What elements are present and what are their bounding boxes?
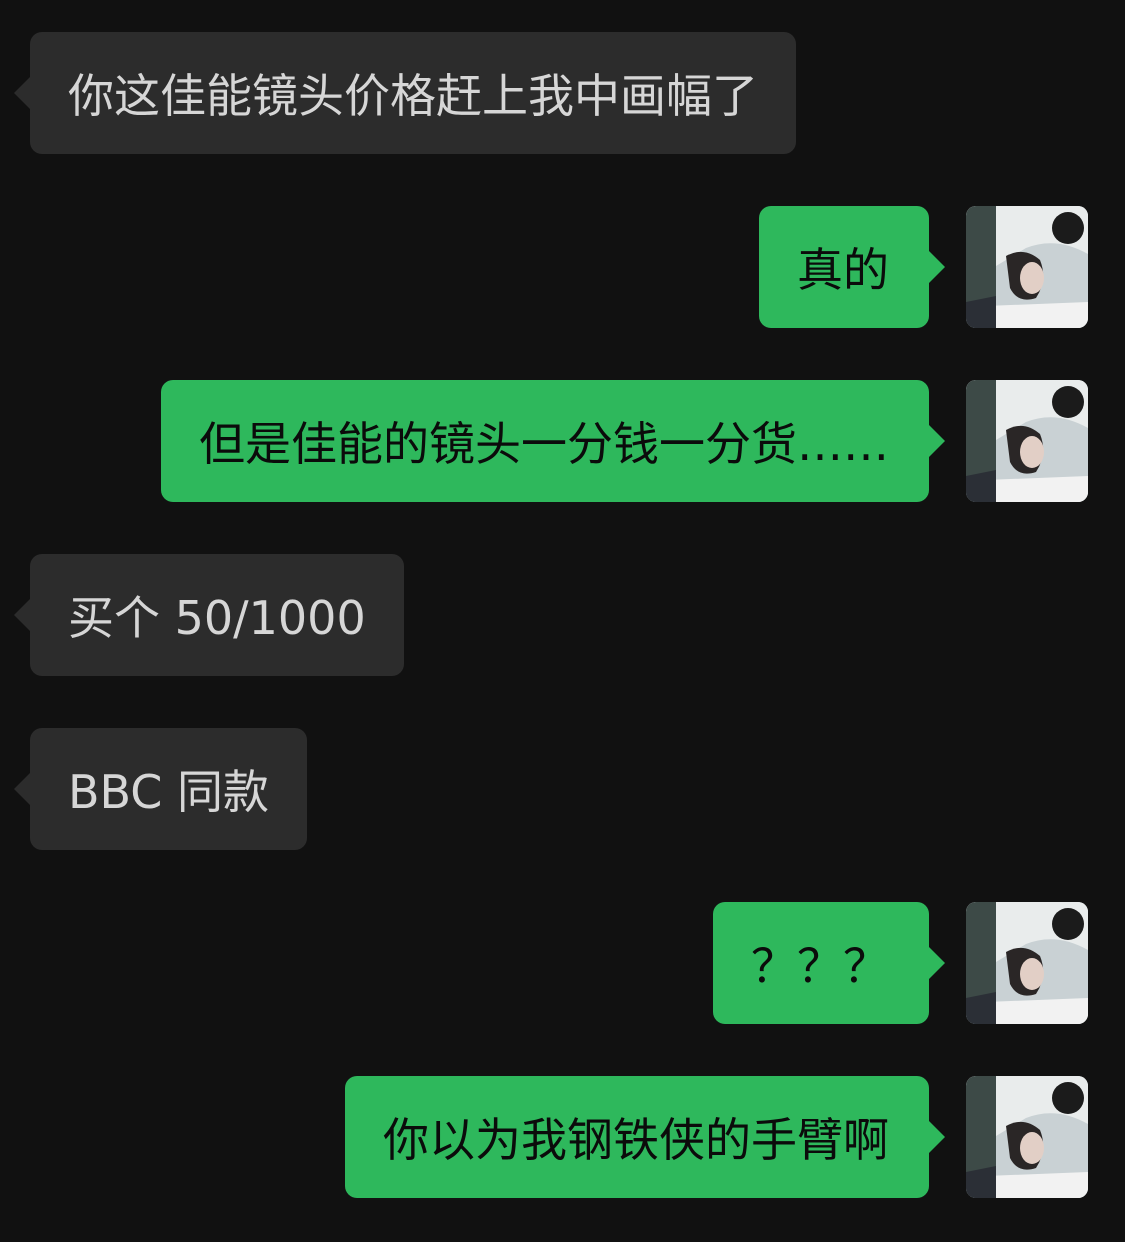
message-text: 真的 — [797, 243, 889, 297]
bubble-tail — [929, 251, 945, 283]
bubble-tail — [929, 425, 945, 457]
message-bubble-outgoing[interactable]: 你以为我钢铁侠的手臂啊 — [345, 1076, 945, 1198]
message-bubble-incoming[interactable]: BBC 同款 — [14, 728, 308, 850]
avatar-photo-icon — [966, 902, 1088, 1024]
message-bubble-incoming[interactable]: 你这佳能镜头价格赶上我中画幅了 — [14, 32, 796, 154]
message-text: ？？？ — [751, 939, 889, 993]
avatar[interactable] — [966, 1076, 1088, 1198]
bubble-tail — [929, 1121, 945, 1153]
bubble-tail — [929, 947, 945, 979]
avatar[interactable] — [966, 380, 1088, 502]
avatar[interactable] — [966, 902, 1088, 1024]
bubble-tail — [14, 77, 30, 109]
message-bubble-outgoing[interactable]: 但是佳能的镜头一分钱一分货…… — [161, 380, 945, 502]
message-text: BBC 同款 — [68, 765, 270, 819]
avatar-photo-icon — [966, 206, 1088, 328]
message-text: 但是佳能的镜头一分钱一分货…… — [199, 417, 889, 471]
message-text: 买个 50/1000 — [68, 591, 366, 645]
avatar-photo-icon — [966, 1076, 1088, 1198]
bubble-tail — [14, 599, 30, 631]
avatar-photo-icon — [966, 380, 1088, 502]
message-bubble-outgoing[interactable]: 真的 — [759, 206, 945, 328]
avatar[interactable] — [966, 206, 1088, 328]
bubble-tail — [14, 773, 30, 805]
message-bubble-outgoing[interactable]: ？？？ — [713, 902, 945, 1024]
message-text: 你这佳能镜头价格赶上我中画幅了 — [68, 69, 758, 123]
message-bubble-incoming[interactable]: 买个 50/1000 — [14, 554, 404, 676]
message-text: 你以为我钢铁侠的手臂啊 — [383, 1113, 889, 1167]
